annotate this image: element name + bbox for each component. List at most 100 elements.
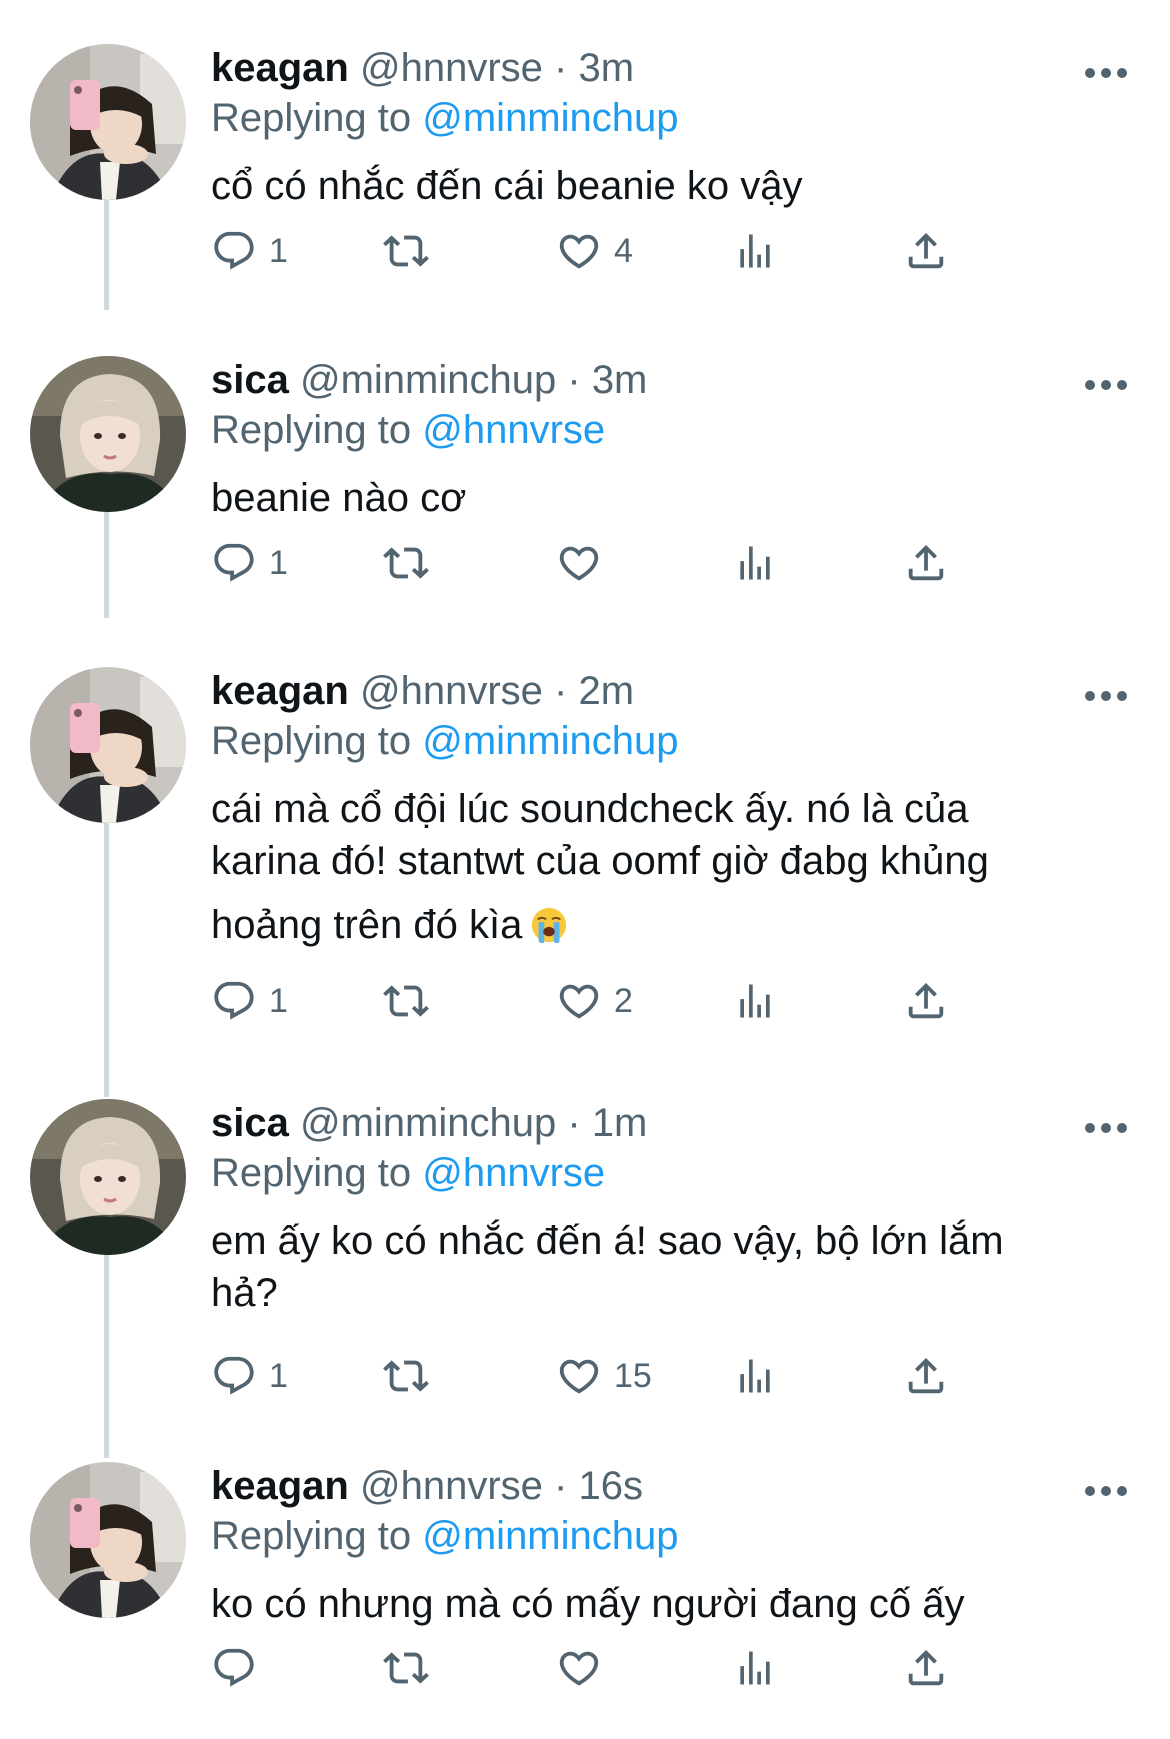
retweet-button[interactable]	[381, 1638, 443, 1698]
retweet-button[interactable]	[381, 221, 443, 281]
more-options-button[interactable]	[1084, 689, 1128, 701]
tweet[interactable]: keagan @hnnvrse · 2m Replying to @minmin…	[0, 667, 1170, 1057]
tweet-text-line: cái mà cổ đội lúc soundcheck ấy. nó là c…	[211, 787, 969, 831]
more-options-button[interactable]	[1084, 66, 1128, 78]
retweet-icon	[383, 1360, 429, 1392]
retweet-button[interactable]	[381, 971, 443, 1031]
tweet[interactable]: keagan @hnnvrse · 16s Replying to @minmi…	[0, 1462, 1170, 1739]
retweet-button[interactable]	[381, 533, 443, 593]
avatar[interactable]	[30, 44, 186, 200]
replying-to-line: Replying to @hnnvrse	[211, 404, 1091, 456]
reply-button[interactable]	[211, 1638, 269, 1698]
replying-to-handle[interactable]: @hnnvrse	[422, 1151, 605, 1195]
tweet-content: keagan @hnnvrse · 3m Replying to @minmin…	[211, 44, 1091, 212]
views-button[interactable]	[733, 1638, 777, 1698]
tweet-content: sica @minminchup · 3m Replying to @hnnvr…	[211, 356, 1091, 524]
user-handle[interactable]: @hnnvrse	[360, 46, 543, 90]
tweet-actions: 1 2	[211, 971, 1091, 1031]
reply-bubble-icon	[214, 231, 254, 270]
views-button[interactable]	[733, 221, 777, 281]
views-bar-chart-icon	[740, 234, 770, 268]
reply-button[interactable]: 1	[211, 221, 288, 281]
reply-count: 1	[269, 543, 288, 582]
more-dots-icon	[1085, 1123, 1127, 1133]
reply-count: 1	[269, 981, 288, 1020]
share-button[interactable]	[903, 221, 949, 281]
reply-count: 1	[269, 231, 288, 270]
tweet-content: keagan @hnnvrse · 2m Replying to @minmin…	[211, 667, 1091, 951]
timestamp[interactable]: 2m	[578, 669, 634, 713]
views-button[interactable]	[733, 971, 777, 1031]
user-handle[interactable]: @minminchup	[300, 358, 556, 402]
replying-to-handle[interactable]: @minminchup	[422, 719, 678, 763]
avatar[interactable]	[30, 356, 186, 512]
replying-to-line: Replying to @hnnvrse	[211, 1147, 1091, 1199]
views-bar-chart-icon	[740, 546, 770, 580]
timestamp[interactable]: 3m	[592, 358, 648, 402]
tweet-text-line: em ấy ko có nhắc đến á! sao vậy, bộ lớn …	[211, 1219, 1004, 1263]
retweet-icon	[383, 985, 429, 1017]
tweet[interactable]: sica @minminchup · 3m Replying to @hnnvr…	[0, 356, 1170, 616]
retweet-icon	[383, 235, 429, 267]
reply-button[interactable]: 1	[211, 1346, 288, 1406]
replying-to-label: Replying to	[211, 408, 412, 452]
views-bar-chart-icon	[740, 984, 770, 1018]
views-button[interactable]	[733, 1346, 777, 1406]
display-name[interactable]: keagan	[211, 46, 349, 90]
avatar[interactable]	[30, 1099, 186, 1255]
timestamp[interactable]: 3m	[578, 46, 634, 90]
like-button[interactable]: 4	[556, 221, 633, 281]
like-button[interactable]	[556, 533, 614, 593]
share-button[interactable]	[903, 1638, 949, 1698]
like-count: 15	[614, 1356, 652, 1395]
avatar[interactable]	[30, 667, 186, 823]
display-name[interactable]: keagan	[211, 669, 349, 713]
user-handle[interactable]: @hnnvrse	[360, 1464, 543, 1508]
share-button[interactable]	[903, 971, 949, 1031]
replying-to-handle[interactable]: @minminchup	[422, 96, 678, 140]
more-dots-icon	[1085, 380, 1127, 390]
like-button[interactable]: 15	[556, 1346, 652, 1406]
more-dots-icon	[1085, 68, 1127, 78]
views-button[interactable]	[733, 533, 777, 593]
replying-to-handle[interactable]: @minminchup	[422, 1514, 678, 1558]
reply-bubble-icon	[214, 1356, 254, 1395]
replying-to-line: Replying to @minminchup	[211, 1510, 1091, 1562]
more-options-button[interactable]	[1084, 1484, 1128, 1496]
share-button[interactable]	[903, 1346, 949, 1406]
user-handle[interactable]: @hnnvrse	[360, 669, 543, 713]
timestamp[interactable]: 16s	[578, 1464, 643, 1508]
tweet[interactable]: keagan @hnnvrse · 3m Replying to @minmin…	[0, 44, 1170, 304]
more-options-button[interactable]	[1084, 378, 1128, 390]
tweet-text-line-with-emoji: hoảng trên đó kìa	[211, 899, 1091, 951]
reply-button[interactable]: 1	[211, 533, 288, 593]
tweet-text-line: hoảng trên đó kìa	[211, 903, 523, 947]
display-name[interactable]: sica	[211, 358, 289, 402]
more-options-button[interactable]	[1084, 1121, 1128, 1133]
replying-to-label: Replying to	[211, 1151, 412, 1195]
tweet-text-line: hả?	[211, 1271, 278, 1315]
replying-to-handle[interactable]: @hnnvrse	[422, 408, 605, 452]
display-name[interactable]: keagan	[211, 1464, 349, 1508]
tweet-header: keagan @hnnvrse · 16s	[211, 1462, 1091, 1510]
replying-to-line: Replying to @minminchup	[211, 715, 1091, 767]
like-button[interactable]	[556, 1638, 614, 1698]
tweet-text: cái mà cổ đội lúc soundcheck ấy. nó là c…	[211, 783, 1091, 951]
more-dots-icon	[1085, 1486, 1127, 1496]
sica-avatar-image	[30, 356, 186, 512]
user-handle[interactable]: @minminchup	[300, 1101, 556, 1145]
share-button[interactable]	[903, 533, 949, 593]
tweet-header: sica @minminchup · 3m	[211, 356, 1091, 404]
like-button[interactable]: 2	[556, 971, 633, 1031]
reply-count: 1	[269, 1356, 288, 1395]
tweet-text: em ấy ko có nhắc đến á! sao vậy, bộ lớn …	[211, 1215, 1091, 1319]
reply-button[interactable]: 1	[211, 971, 288, 1031]
keagan-avatar-image	[30, 44, 186, 200]
views-bar-chart-icon	[740, 1651, 770, 1685]
retweet-button[interactable]	[381, 1346, 443, 1406]
avatar[interactable]	[30, 1462, 186, 1618]
display-name[interactable]: sica	[211, 1101, 289, 1145]
tweet[interactable]: sica @minminchup · 1m Replying to @hnnvr…	[0, 1099, 1170, 1429]
sica-avatar-image	[30, 1099, 186, 1255]
timestamp[interactable]: 1m	[592, 1101, 648, 1145]
